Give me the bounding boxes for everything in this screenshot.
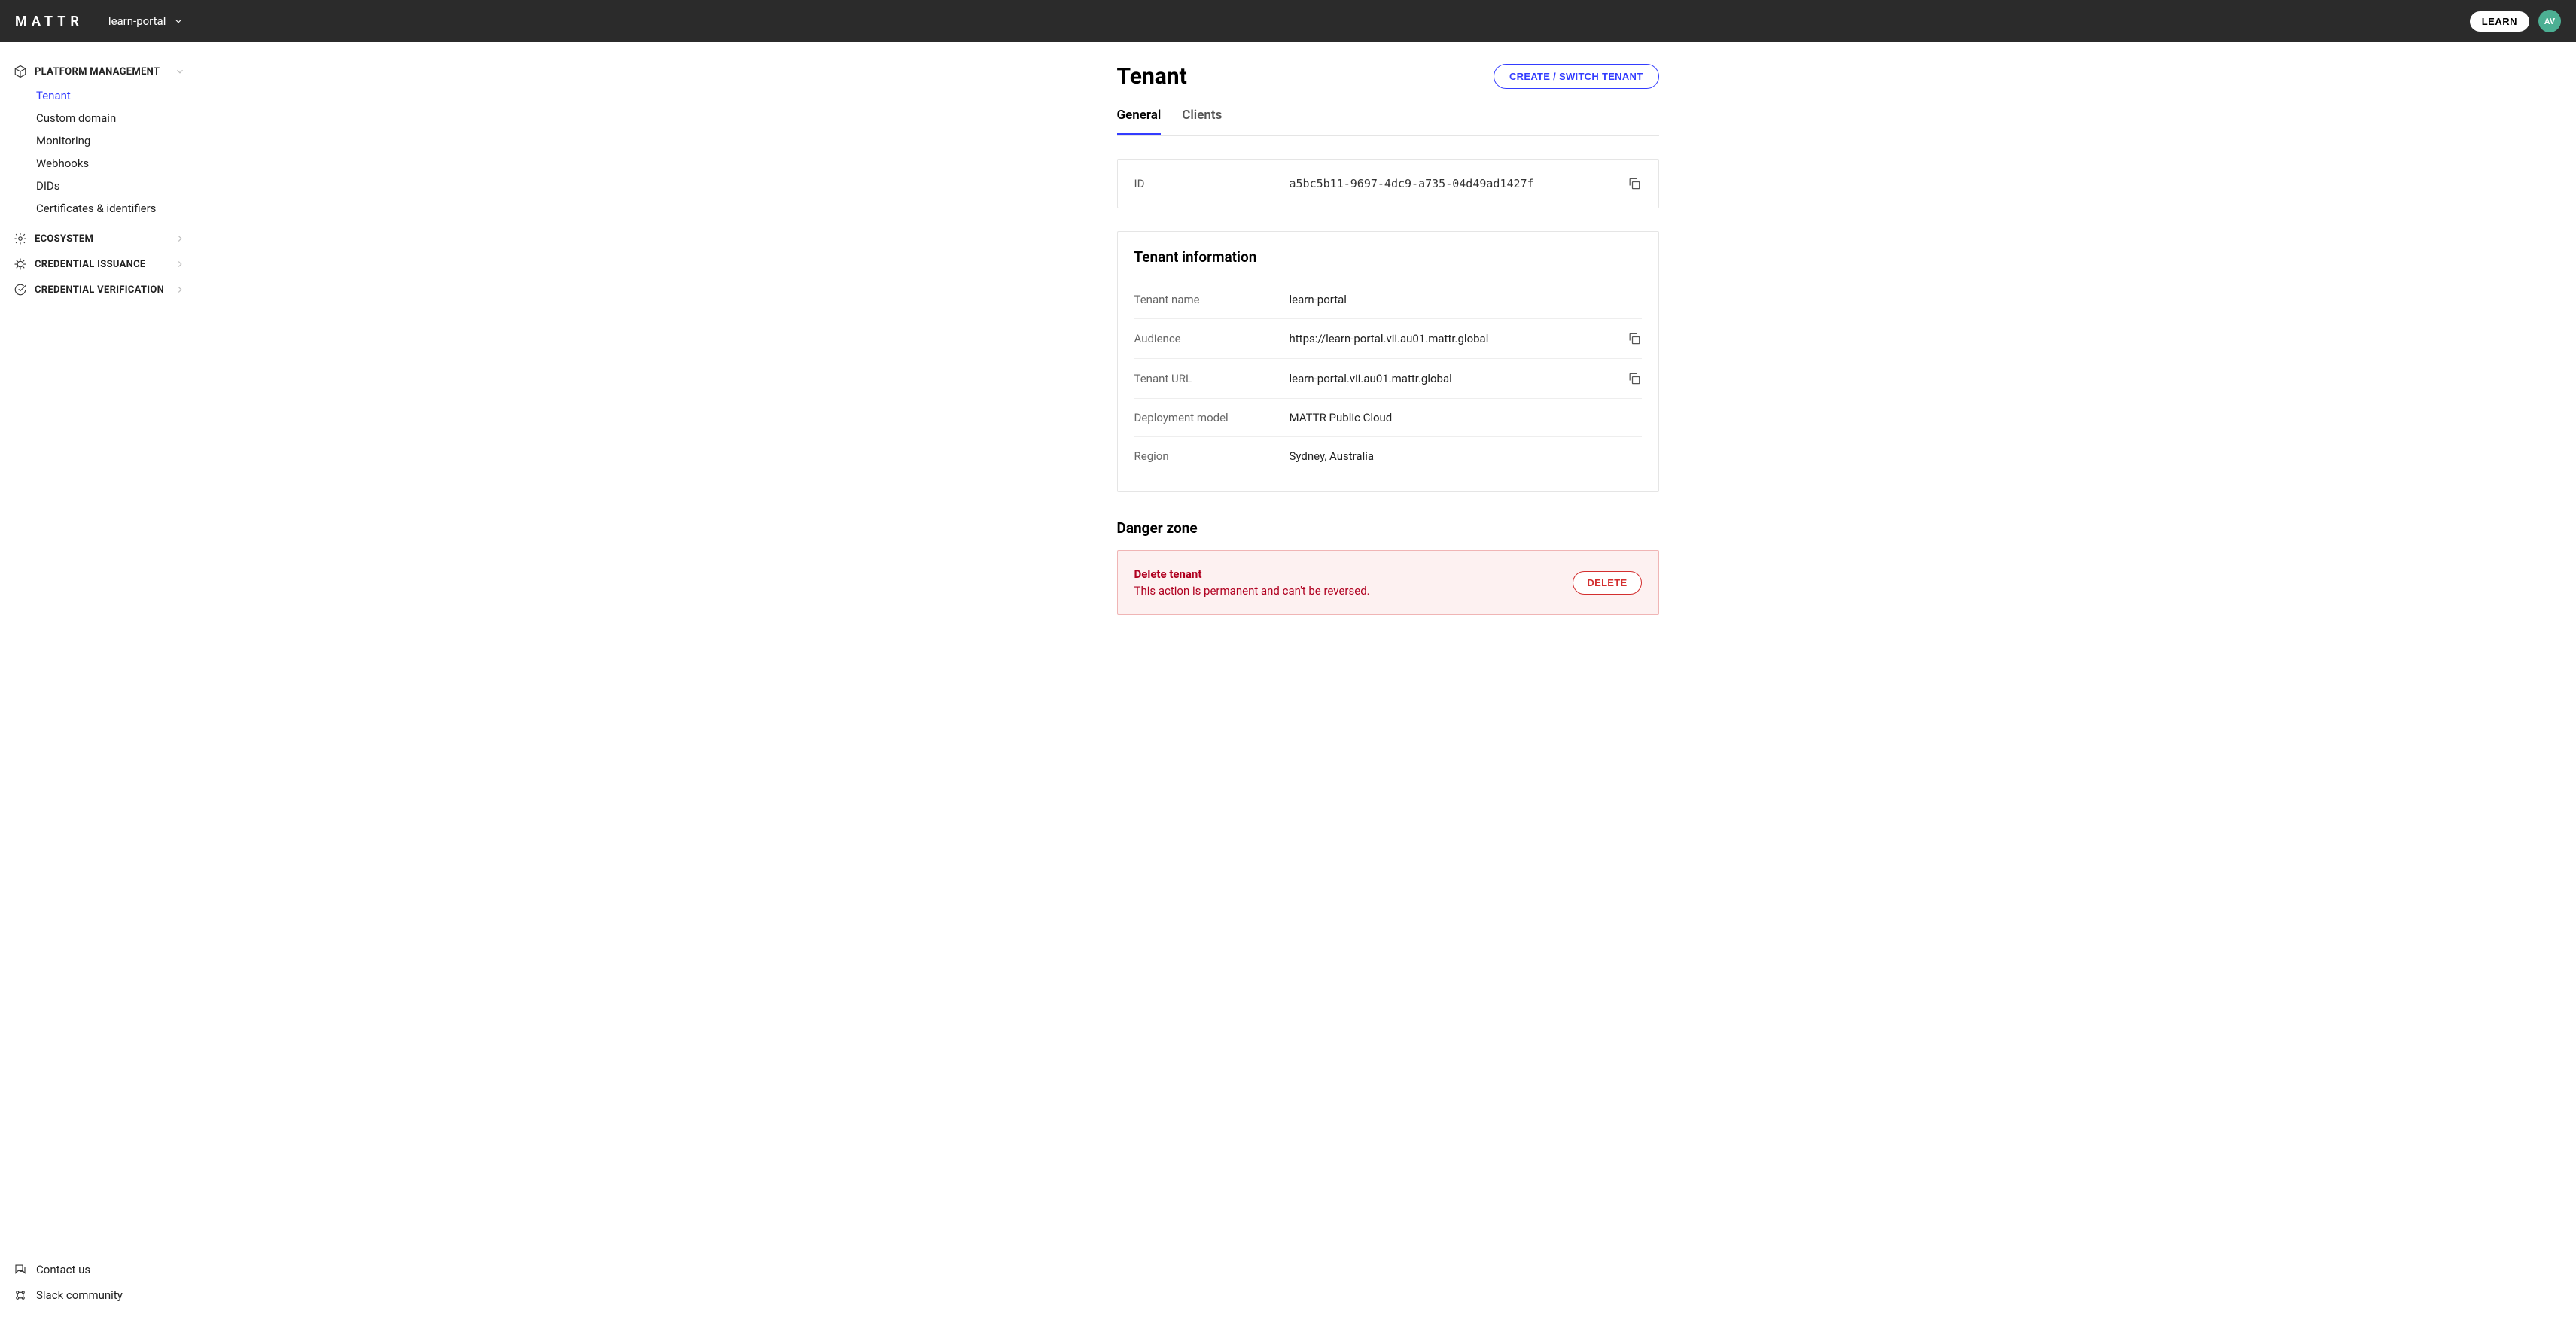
page-header: Tenant CREATE / SWITCH TENANT xyxy=(1117,63,1659,90)
sidebar-item-webhooks[interactable]: Webhooks xyxy=(36,152,199,175)
copy-icon[interactable] xyxy=(1627,371,1642,386)
danger-desc: This action is permanent and can't be re… xyxy=(1134,584,1370,598)
slack-community-label: Slack community xyxy=(36,1288,123,1302)
slack-community-link[interactable]: Slack community xyxy=(14,1282,185,1308)
avatar[interactable]: AV xyxy=(2538,10,2561,32)
tenant-name: learn-portal xyxy=(108,14,166,28)
id-value: a5bc5b11-9697-4dc9-a735-04d49ad1427f xyxy=(1290,177,1627,190)
chevron-right-icon xyxy=(175,284,185,295)
sidebar-item-monitoring[interactable]: Monitoring xyxy=(36,129,199,152)
contact-us-label: Contact us xyxy=(36,1263,90,1276)
sidebar-item-dids[interactable]: DIDs xyxy=(36,175,199,197)
info-label: Deployment model xyxy=(1134,411,1290,424)
copy-icon[interactable] xyxy=(1627,176,1642,191)
app-header: MATTR learn-portal LEARN AV xyxy=(0,0,2576,42)
slack-icon xyxy=(14,1288,27,1302)
nav-section-label: PLATFORM MANAGEMENT xyxy=(35,66,167,78)
nav-section-label: ECOSYSTEM xyxy=(35,233,167,245)
brand-text: MATTR xyxy=(15,14,84,29)
info-title: Tenant information xyxy=(1134,248,1642,266)
main-content: Tenant CREATE / SWITCH TENANT General Cl… xyxy=(199,42,2576,1326)
info-value: learn-portal xyxy=(1290,293,1642,306)
create-switch-tenant-button[interactable]: CREATE / SWITCH TENANT xyxy=(1494,64,1659,89)
brand-logo[interactable]: MATTR xyxy=(15,14,84,29)
info-label: Tenant URL xyxy=(1134,372,1290,385)
info-row-deployment: Deployment model MATTR Public Cloud xyxy=(1134,399,1642,437)
nav-children-platform: Tenant Custom domain Monitoring Webhooks… xyxy=(0,84,199,226)
gear-icon xyxy=(14,232,27,245)
page-title: Tenant xyxy=(1117,63,1187,90)
sidebar-item-custom-domain[interactable]: Custom domain xyxy=(36,107,199,129)
contact-us-link[interactable]: Contact us xyxy=(14,1257,185,1282)
info-row-tenant-name: Tenant name learn-portal xyxy=(1134,281,1642,319)
info-value: learn-portal.vii.au01.mattr.global xyxy=(1290,372,1627,385)
sidebar-footer: Contact us Slack community xyxy=(0,1246,199,1326)
info-label: Region xyxy=(1134,449,1290,463)
danger-zone-heading: Danger zone xyxy=(1117,519,1659,537)
sidebar: PLATFORM MANAGEMENT Tenant Custom domain… xyxy=(0,42,199,1326)
tenant-switcher[interactable]: learn-portal xyxy=(108,14,184,28)
id-label: ID xyxy=(1134,177,1290,190)
chevron-down-icon xyxy=(175,66,185,77)
info-value: MATTR Public Cloud xyxy=(1290,411,1642,424)
tenant-info-card: Tenant information Tenant name learn-por… xyxy=(1117,231,1659,492)
info-value: https://learn-portal.vii.au01.mattr.glob… xyxy=(1290,332,1627,345)
copy-icon[interactable] xyxy=(1627,331,1642,346)
info-row-tenant-url: Tenant URL learn-portal.vii.au01.mattr.g… xyxy=(1134,359,1642,399)
info-value: Sydney, Australia xyxy=(1290,449,1642,463)
learn-button[interactable]: LEARN xyxy=(2470,11,2529,32)
nav-section-credential-verification[interactable]: CREDENTIAL VERIFICATION xyxy=(0,277,199,303)
chevron-right-icon xyxy=(175,233,185,244)
sidebar-item-certificates[interactable]: Certificates & identifiers xyxy=(36,197,199,220)
nav-section-label: CREDENTIAL ISSUANCE xyxy=(35,259,167,270)
danger-text: Delete tenant This action is permanent a… xyxy=(1134,567,1370,598)
info-row-region: Region Sydney, Australia xyxy=(1134,437,1642,475)
nav-section-ecosystem[interactable]: ECOSYSTEM xyxy=(0,226,199,251)
header-left: MATTR learn-portal xyxy=(15,12,184,30)
nav-section-platform-management[interactable]: PLATFORM MANAGEMENT xyxy=(0,59,199,84)
delete-button[interactable]: DELETE xyxy=(1573,571,1641,595)
tabs: General Clients xyxy=(1117,108,1659,136)
chevron-down-icon xyxy=(173,16,184,26)
danger-title: Delete tenant xyxy=(1134,567,1370,581)
info-label: Tenant name xyxy=(1134,293,1290,306)
chevron-right-icon xyxy=(175,259,185,269)
nav-section-label: CREDENTIAL VERIFICATION xyxy=(35,284,167,296)
info-label: Audience xyxy=(1134,332,1290,345)
danger-card: Delete tenant This action is permanent a… xyxy=(1117,550,1659,615)
sidebar-nav: PLATFORM MANAGEMENT Tenant Custom domain… xyxy=(0,59,199,1246)
sidebar-item-tenant[interactable]: Tenant xyxy=(36,84,199,107)
tenant-id-card: ID a5bc5b11-9697-4dc9-a735-04d49ad1427f xyxy=(1117,159,1659,208)
info-row-audience: Audience https://learn-portal.vii.au01.m… xyxy=(1134,319,1642,359)
header-right: LEARN AV xyxy=(2470,10,2561,32)
tab-general[interactable]: General xyxy=(1117,108,1162,135)
check-circle-icon xyxy=(14,283,27,297)
chat-icon xyxy=(14,1263,27,1276)
cube-icon xyxy=(14,65,27,78)
issue-icon xyxy=(14,257,27,271)
nav-section-credential-issuance[interactable]: CREDENTIAL ISSUANCE xyxy=(0,251,199,277)
tab-clients[interactable]: Clients xyxy=(1182,108,1222,135)
